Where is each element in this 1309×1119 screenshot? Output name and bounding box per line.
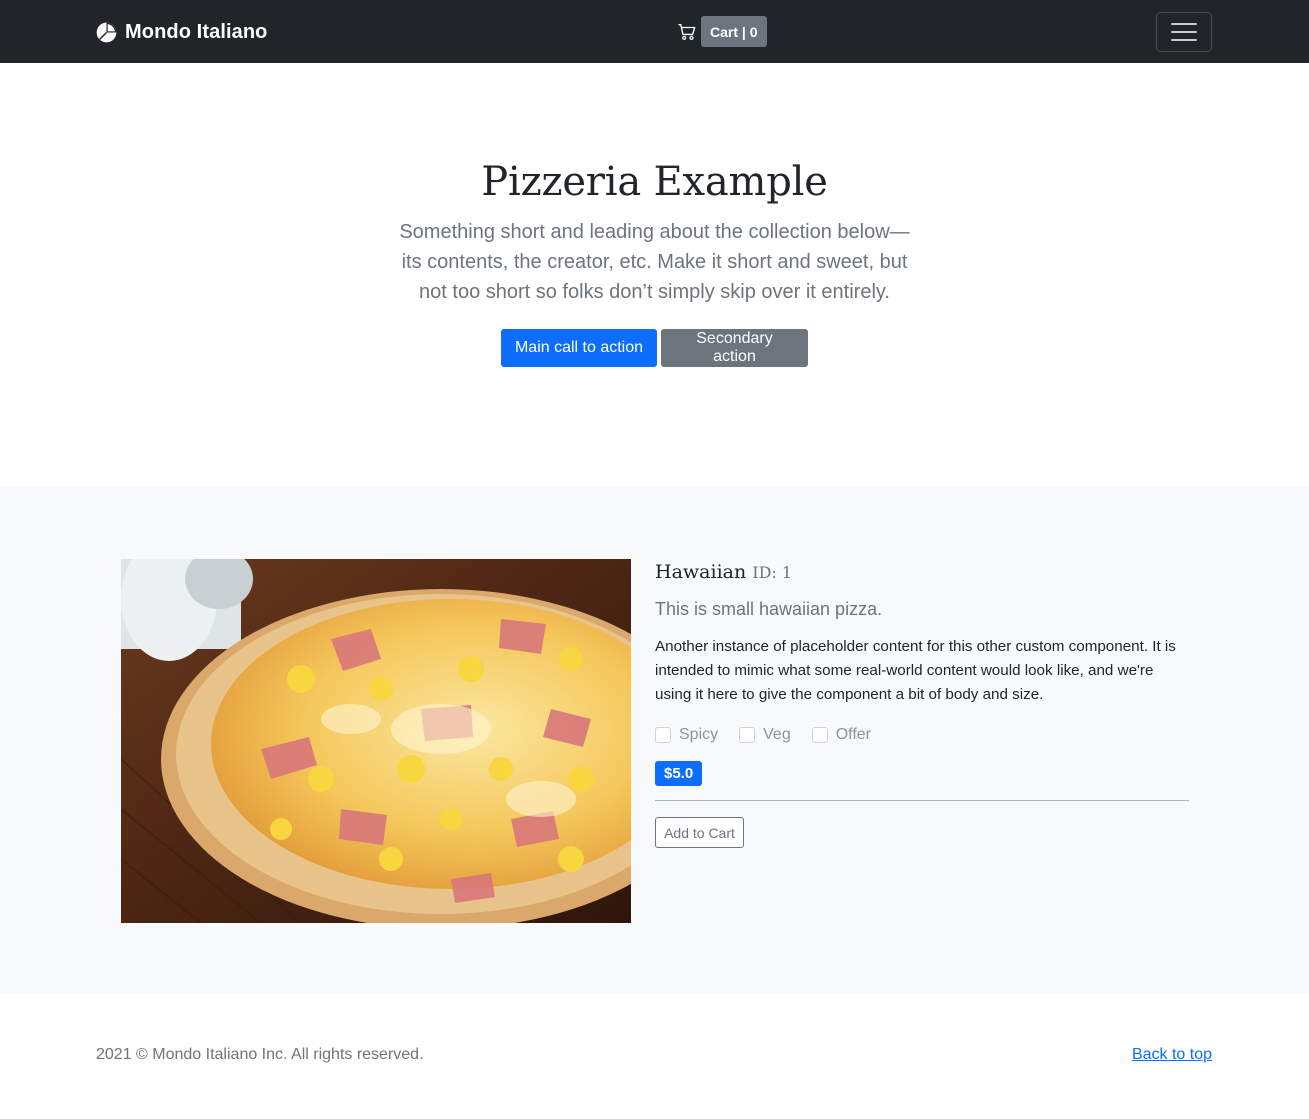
product-subtitle: This is small hawaiian pizza. bbox=[655, 599, 883, 619]
option-veg[interactable]: Veg bbox=[739, 726, 791, 744]
hamburger-menu-icon-bar bbox=[1171, 39, 1197, 41]
brand-name: Mondo Italiano bbox=[125, 20, 268, 43]
product-id: ID: 1 bbox=[752, 563, 793, 582]
main-cta-button[interactable]: Main call to action bbox=[501, 329, 657, 367]
product-section: Hawaiian ID: 1 This is small hawaiian pi… bbox=[0, 487, 1309, 994]
option-offer[interactable]: Offer bbox=[811, 726, 871, 744]
option-label: Offer bbox=[835, 726, 871, 743]
footer: 2021 © Mondo Italiano Inc. All rights re… bbox=[0, 994, 1309, 1119]
copyright-text: 2021 © Mondo Italiano Inc. All rights re… bbox=[96, 1046, 424, 1063]
cart-icon[interactable] bbox=[678, 23, 696, 41]
back-to-top-link[interactable]: Back to top bbox=[1132, 1046, 1212, 1064]
option-spicy[interactable]: Spicy bbox=[655, 726, 718, 744]
hero-buttons: Main call to action Secondary action bbox=[501, 329, 808, 367]
option-label: Veg bbox=[763, 726, 791, 743]
menu-toggle-button[interactable] bbox=[1156, 12, 1212, 52]
page-title: Pizzeria Example bbox=[481, 159, 828, 205]
veg-checkbox[interactable] bbox=[739, 727, 756, 743]
product-title: Hawaiian ID: 1 bbox=[655, 560, 1189, 585]
hamburger-menu-icon bbox=[1171, 23, 1197, 25]
brand-link[interactable]: Mondo Italiano bbox=[96, 20, 268, 44]
secondary-action-button[interactable]: Secondary action bbox=[661, 329, 808, 367]
option-label: Spicy bbox=[679, 726, 719, 743]
offer-checkbox[interactable] bbox=[811, 727, 828, 743]
divider bbox=[655, 800, 1189, 801]
price-badge: $5.0 bbox=[655, 761, 703, 786]
hero-section: Pizzeria Example Something short and lea… bbox=[0, 63, 1309, 487]
add-to-cart-button[interactable]: Add to Cart bbox=[655, 817, 744, 848]
pie-chart-icon bbox=[96, 22, 117, 42]
cart-button[interactable]: Cart | 0 bbox=[701, 16, 767, 47]
product-description: Another instance of placeholder content … bbox=[655, 638, 1176, 703]
navbar: Mondo Italiano Cart | 0 bbox=[0, 0, 1309, 63]
product-name: Hawaiian bbox=[655, 561, 747, 583]
product-options: Spicy Veg Offer bbox=[655, 723, 1189, 747]
pizza-image bbox=[121, 559, 631, 923]
product-card-body: Hawaiian ID: 1 This is small hawaiian pi… bbox=[655, 559, 1189, 848]
spicy-checkbox[interactable] bbox=[655, 727, 671, 743]
hero-lead-text: Something short and leading about the co… bbox=[399, 221, 910, 303]
cart-area: Cart | 0 bbox=[678, 16, 767, 47]
hamburger-menu-icon-bar bbox=[1171, 31, 1197, 33]
